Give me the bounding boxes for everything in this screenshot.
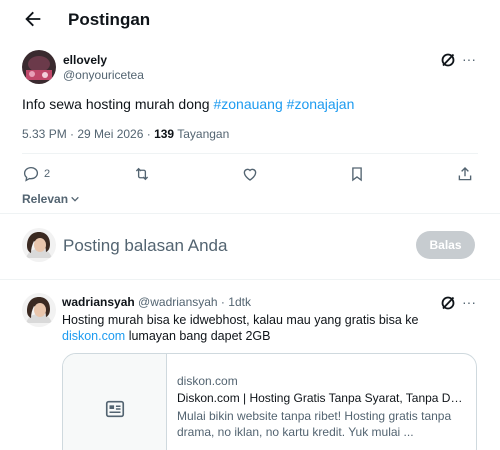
divider [0, 213, 500, 214]
reply-author-avatar[interactable] [22, 293, 56, 327]
author-handle[interactable]: @onyouricetea [63, 68, 144, 82]
hashtag-link[interactable]: #zonajajan [287, 96, 355, 112]
more-options-icon[interactable]: ··· [462, 295, 476, 311]
reply-author-name[interactable]: wadriansyah [62, 295, 135, 309]
post-text-body: Info sewa hosting murah dong [22, 96, 214, 112]
card-description: Mulai bikin website tanpa ribet! Hosting… [177, 409, 452, 439]
hashtag-link[interactable]: #zonauang [213, 96, 282, 112]
card-thumbnail [63, 354, 167, 450]
share-action[interactable] [456, 165, 474, 183]
bookmark-action[interactable] [348, 165, 366, 183]
top-bar: Postingan [0, 0, 500, 40]
author-name[interactable]: ellovely [63, 53, 107, 67]
reply-author-meta[interactable]: @wadriansyah · 1dtk [138, 295, 251, 309]
reply-text-rest: lumayan bang dapet 2GB [125, 329, 271, 343]
repost-action[interactable] [133, 165, 151, 183]
repost-icon [135, 167, 149, 181]
share-icon [458, 167, 472, 181]
post-meta: 5.33 PM · 29 Mei 2026 · 139 Tayangan [22, 127, 229, 141]
sort-label: Relevan [22, 192, 69, 206]
reply-author-line: wadriansyah @wadriansyah · 1dtk [62, 295, 251, 309]
reply-action[interactable]: 2 [22, 165, 50, 183]
link-preview-card[interactable]: diskon.com Diskon.com | Hosting Gratis T… [62, 353, 477, 450]
grok-icon[interactable] [440, 295, 456, 311]
page-title: Postingan [68, 10, 151, 29]
reply-text-line: diskon.com lumayan bang dapet 2GB [62, 328, 482, 344]
author-avatar[interactable] [22, 50, 56, 84]
reply-text-line: Hosting murah bisa ke idwebhost, kalau m… [62, 313, 419, 327]
reply-count: 2 [44, 168, 51, 180]
divider [0, 279, 500, 280]
sort-dropdown[interactable]: Relevan [22, 192, 80, 206]
bookmark-icon [352, 167, 362, 182]
reply-input[interactable]: Posting balasan Anda [63, 236, 227, 256]
chevron-down-icon [71, 196, 79, 202]
reply-text: Hosting murah bisa ke idwebhost, kalau m… [62, 312, 482, 344]
views-label: Tayangan [177, 127, 230, 141]
article-icon [105, 400, 124, 418]
like-action[interactable] [241, 165, 259, 183]
reply-icon [23, 166, 39, 182]
user-avatar[interactable] [22, 228, 56, 262]
divider [22, 153, 478, 154]
post-text: Info sewa hosting murah dong #zonauang #… [22, 95, 482, 113]
grok-icon[interactable] [440, 52, 456, 68]
card-domain: diskon.com [177, 374, 238, 388]
views-count: 139 [154, 127, 175, 141]
heart-icon [243, 168, 257, 181]
back-arrow-icon[interactable] [22, 8, 44, 30]
reply-button[interactable]: Balas [416, 231, 475, 259]
more-options-icon[interactable]: ··· [462, 52, 476, 68]
card-title: Diskon.com | Hosting Gratis Tanpa Syarat… [177, 391, 467, 405]
reply-link[interactable]: diskon.com [62, 329, 125, 343]
post-time[interactable]: 5.33 PM · 29 Mei 2026 · [22, 127, 154, 141]
